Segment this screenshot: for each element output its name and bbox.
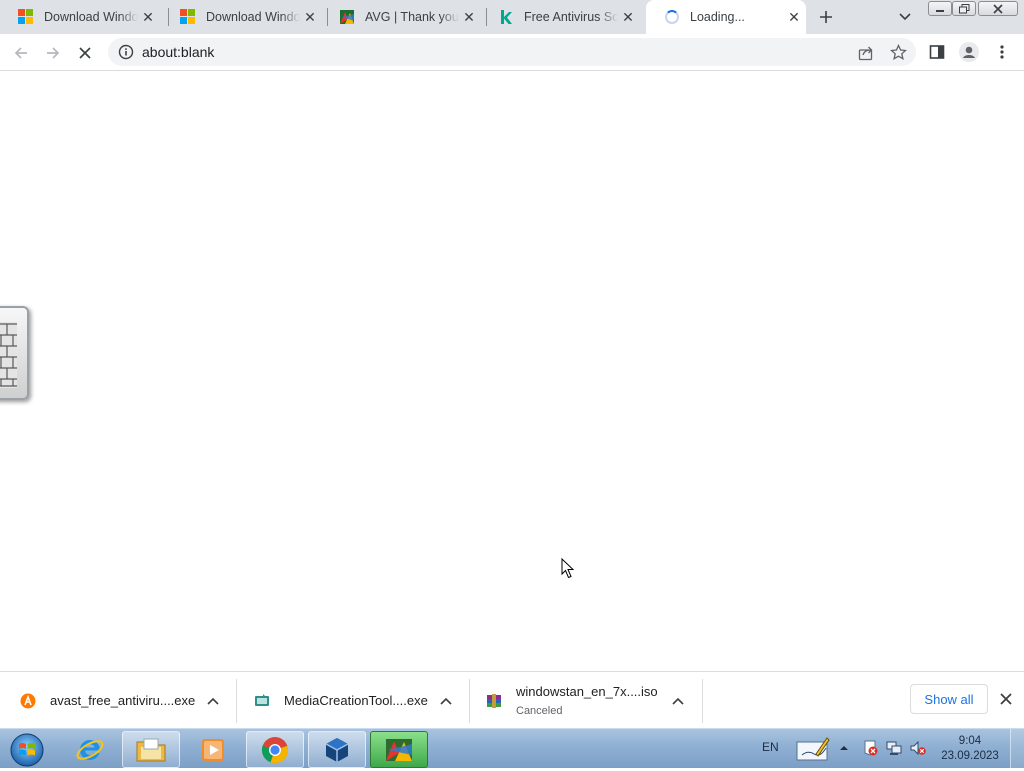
new-tab-button[interactable] <box>814 5 838 29</box>
download-item[interactable]: MediaCreationTool....exe <box>254 672 468 729</box>
minimize-button[interactable] <box>928 1 952 16</box>
tab-2[interactable]: Download Windows 10 ✕ <box>162 0 328 34</box>
language-indicator[interactable]: EN <box>762 740 779 754</box>
windows-orb-icon <box>10 733 44 767</box>
tab-3[interactable]: AVG | Thank you for downloading ✕ <box>321 0 487 34</box>
restore-button[interactable] <box>952 1 976 16</box>
profile-avatar-icon[interactable] <box>959 42 979 62</box>
star-bookmark-icon[interactable] <box>890 44 907 61</box>
download-filename: windowstan_en_7x....iso <box>516 684 658 699</box>
pen-input-icon[interactable] <box>796 736 830 762</box>
tab-4[interactable]: Free Antivirus Software ✕ <box>480 0 646 34</box>
arrow-left-icon <box>14 47 27 59</box>
internet-explorer-icon <box>76 739 104 760</box>
info-icon[interactable] <box>118 44 134 60</box>
close-icon <box>1000 693 1012 705</box>
show-hidden-icons-icon[interactable] <box>839 743 849 753</box>
url-text[interactable]: about:blank <box>142 44 214 60</box>
clock-time: 9:04 <box>958 735 982 747</box>
taskbar-virtualbox[interactable] <box>308 731 366 768</box>
download-text: windowstan_en_7x....iso Canceled <box>516 684 658 717</box>
shelf-separator <box>469 679 470 723</box>
close-tab-icon[interactable]: ✕ <box>620 9 636 25</box>
download-filename: avast_free_antiviru....exe <box>50 693 196 708</box>
avast-icon <box>20 693 36 708</box>
system-clock[interactable]: 9:04 23.09.2023 <box>938 734 1002 764</box>
stop-icon <box>79 47 91 59</box>
download-item[interactable]: avast_free_antiviru....exe <box>20 672 236 729</box>
taskbar-chrome[interactable] <box>246 731 304 768</box>
page-content <box>0 71 1024 671</box>
side-panel-icon[interactable] <box>929 44 945 60</box>
share-icon[interactable] <box>858 45 874 61</box>
avg-logo-icon <box>339 9 355 25</box>
tab-title: Download Windows 10 <box>44 10 138 24</box>
microsoft-logo-icon <box>180 9 196 25</box>
shelf-separator <box>702 679 703 723</box>
action-center-alert-icon[interactable] <box>862 740 878 756</box>
media-creation-tool-icon <box>255 693 269 706</box>
volume-muted-icon[interactable] <box>910 740 926 756</box>
more-menu-icon[interactable] <box>996 44 1008 60</box>
close-tab-icon[interactable]: ✕ <box>786 9 802 25</box>
close-window-button[interactable] <box>978 1 1018 16</box>
brick-wall-icon <box>0 322 17 388</box>
clock-date: 23.09.2023 <box>941 750 999 762</box>
tab-5-active[interactable]: Loading... ✕ <box>646 0 806 34</box>
tab-title: AVG | Thank you for downloading <box>365 10 459 24</box>
loading-spinner-icon <box>664 9 680 25</box>
tab-title: Loading... <box>690 10 745 24</box>
mouse-cursor-icon <box>561 558 575 579</box>
winrar-icon <box>386 738 412 761</box>
folder-icon <box>136 738 166 761</box>
close-tab-icon[interactable]: ✕ <box>461 9 477 25</box>
download-shelf: avast_free_antiviru....exe MediaCreation… <box>0 671 1024 728</box>
download-status: Canceled <box>516 705 563 717</box>
chevron-down-icon <box>899 13 911 21</box>
plus-icon <box>820 11 832 23</box>
network-icon[interactable] <box>886 740 902 756</box>
chevron-up-icon[interactable] <box>439 694 453 708</box>
forward-button[interactable] <box>40 40 66 66</box>
virtualbox-icon <box>325 737 349 762</box>
tab-title: Free Antivirus Software <box>524 10 618 24</box>
taskbar-file-explorer[interactable] <box>122 731 180 768</box>
arrow-right-icon <box>47 47 60 59</box>
minimize-icon <box>936 9 944 12</box>
close-icon <box>993 3 1003 14</box>
winrar-archive-icon <box>487 693 501 708</box>
tab-1[interactable]: Download Windows 10 ✕ <box>0 0 168 34</box>
download-filename: MediaCreationTool....exe <box>284 693 428 708</box>
back-button[interactable] <box>8 40 34 66</box>
desktop-gadget-handle[interactable] <box>0 306 29 400</box>
taskbar-internet-explorer[interactable] <box>61 731 119 768</box>
restore-icon <box>958 3 969 13</box>
show-desktop-button[interactable] <box>1010 729 1024 769</box>
start-button[interactable] <box>7 731 47 768</box>
taskbar-winrar-active[interactable] <box>370 731 428 768</box>
microsoft-logo-icon <box>18 9 34 25</box>
stop-loading-button[interactable] <box>72 40 98 66</box>
media-player-icon <box>202 738 224 761</box>
tab-search-button[interactable] <box>895 7 915 27</box>
close-tab-icon[interactable]: ✕ <box>140 9 156 25</box>
close-tab-icon[interactable]: ✕ <box>302 9 318 25</box>
close-shelf-button[interactable] <box>997 690 1015 708</box>
shelf-separator <box>236 679 237 723</box>
windows-taskbar: EN 9:04 23.09.2023 <box>0 728 1024 769</box>
tab-strip: Download Windows 10 ✕ Download Windows 1… <box>0 0 1024 34</box>
chrome-icon <box>261 736 289 763</box>
chevron-up-icon[interactable] <box>671 694 685 708</box>
chevron-up-icon[interactable] <box>206 694 220 708</box>
taskbar-media-player[interactable] <box>184 731 242 768</box>
tab-title: Download Windows 10 <box>206 10 300 24</box>
kaspersky-logo-icon <box>498 9 514 25</box>
show-all-downloads-button[interactable]: Show all <box>910 684 988 714</box>
address-bar[interactable] <box>108 38 916 66</box>
download-item-canceled[interactable]: windowstan_en_7x....iso Canceled <box>486 672 700 729</box>
